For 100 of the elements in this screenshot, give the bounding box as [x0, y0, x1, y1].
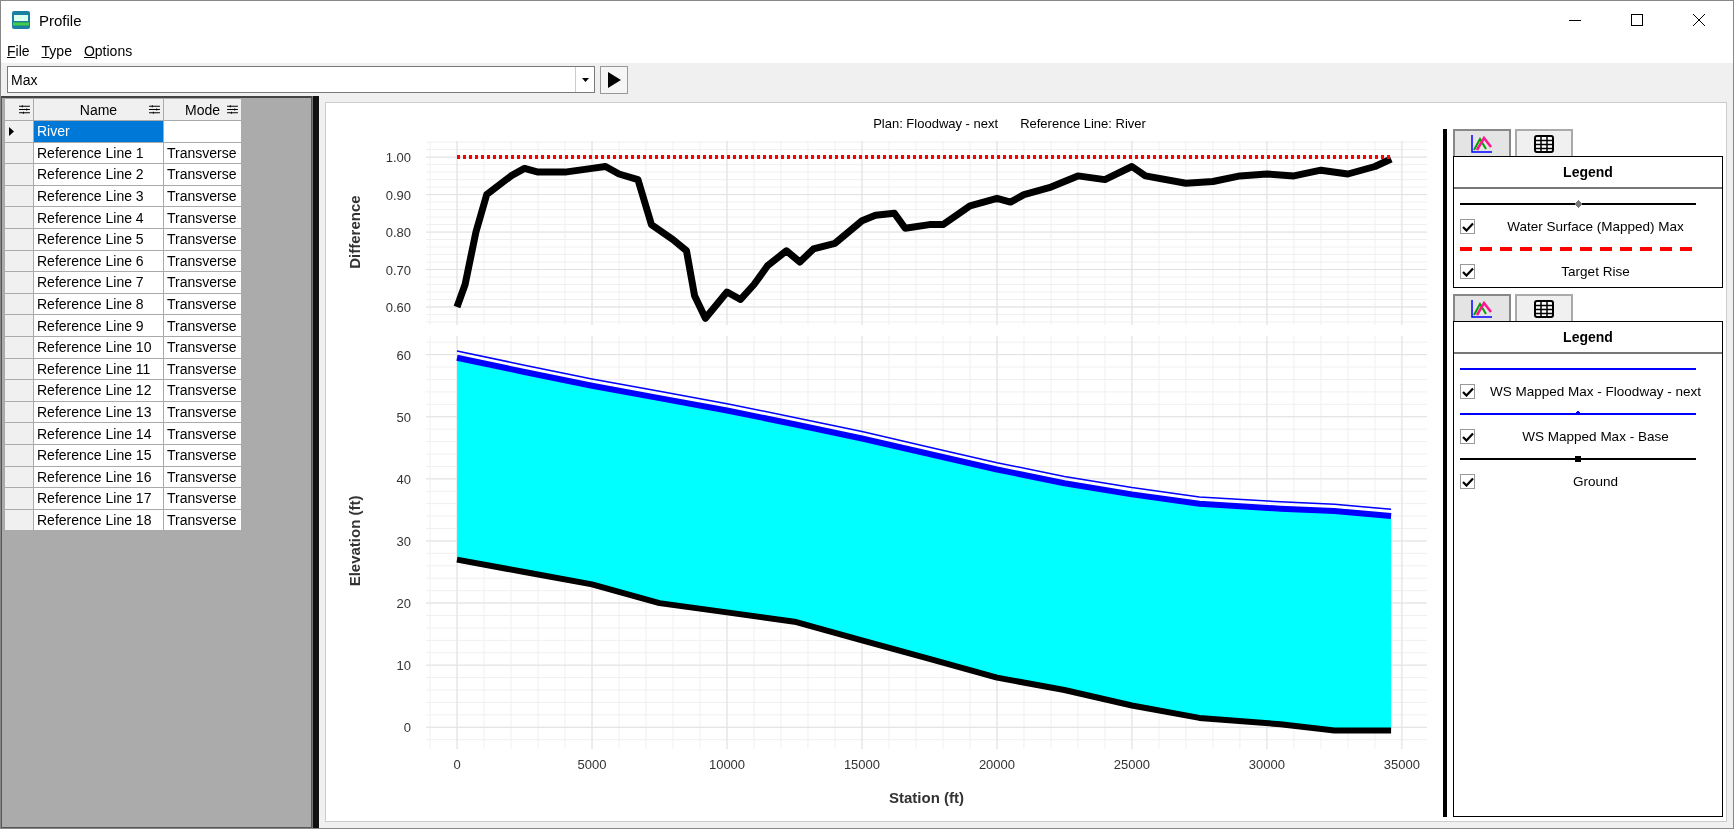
table-cell[interactable]: Reference Line 14 [34, 423, 164, 445]
table-cell[interactable]: Transverse [164, 466, 242, 489]
checkbox[interactable] [1460, 384, 1475, 399]
table-cell[interactable]: Transverse [164, 272, 242, 294]
axis-tick-label: 1.00 [385, 150, 411, 166]
legend-label: Target Rise [1560, 264, 1631, 279]
axis-tick-label: 60 [396, 347, 411, 363]
legend-heading: Legend [1454, 157, 1722, 189]
axis-tick-label: 0 [403, 720, 411, 736]
legend-label: Ground [1572, 474, 1619, 489]
menu-item[interactable]: Type [41, 43, 72, 59]
filter-icon [18, 103, 31, 116]
caret-icon [581, 77, 589, 82]
table-cell[interactable]: Transverse [164, 336, 242, 359]
axis-tick-label: 0.60 [385, 300, 411, 315]
axis-tick-label: 35000 [1383, 757, 1420, 772]
play-icon [607, 71, 621, 88]
legend-label: Water Surface (Mapped) Max [1506, 219, 1685, 234]
filter-icon [226, 103, 239, 116]
table-cell[interactable]: Transverse [164, 293, 242, 316]
table-cell[interactable]: Reference Line 7 [34, 272, 164, 294]
axis-tick-label: 25000 [1113, 757, 1150, 772]
splitter-bar[interactable] [312, 96, 319, 828]
table-cell[interactable]: Transverse [164, 380, 242, 402]
axis-tick-label: 0.90 [385, 187, 411, 203]
table-cell[interactable] [164, 121, 242, 143]
axis-title: Station (ft) [889, 789, 964, 806]
table-cell[interactable]: Reference Line 15 [34, 444, 164, 467]
view-tab[interactable] [1515, 294, 1573, 321]
table-cell[interactable]: River [34, 121, 164, 143]
table-cell[interactable]: Reference Line 8 [34, 293, 164, 316]
column-header[interactable] [5, 99, 34, 121]
table-icon [1534, 134, 1554, 153]
play-button[interactable] [600, 65, 628, 94]
table-cell[interactable]: Reference Line 5 [34, 228, 164, 251]
legend-heading: Legend [1454, 322, 1722, 354]
table-cell[interactable]: Transverse [164, 228, 242, 251]
axis-tick-label: 40 [396, 471, 411, 487]
axis-title: Difference [346, 195, 363, 269]
table-cell[interactable]: Transverse [164, 164, 242, 186]
axis-tick-label: 15000 [843, 757, 881, 772]
table-cell[interactable]: Reference Line 12 [34, 380, 164, 402]
current-row-icon [9, 126, 14, 136]
table-cell[interactable]: Transverse [164, 358, 242, 381]
row-header[interactable] [5, 121, 34, 143]
table-cell[interactable]: Transverse [164, 488, 242, 510]
table-cell[interactable]: Reference Line 2 [34, 164, 164, 186]
app-icon [11, 10, 31, 30]
table-cell[interactable]: Reference Line 6 [34, 250, 164, 273]
menu-item[interactable]: File [7, 43, 30, 59]
legend-label: WS Mapped Max - Floodway - next [1489, 384, 1702, 399]
chart-title: Plan: Floodway - next [873, 115, 999, 131]
table-cell[interactable]: Transverse [164, 207, 242, 229]
profile-dropdown[interactable]: Max [7, 66, 595, 93]
checkbox[interactable] [1460, 474, 1475, 489]
filter-icon [148, 103, 161, 116]
menu-item[interactable]: Options [83, 43, 133, 59]
table-cell[interactable]: Reference Line 13 [34, 401, 164, 424]
chart-icon [1471, 299, 1493, 318]
axis-tick-label: 0 [453, 757, 461, 772]
axis-tick-label: 50 [396, 409, 411, 425]
checkbox[interactable] [1460, 429, 1475, 444]
axis-tick-label: 10000 [708, 757, 746, 772]
legend-label: WS Mapped Max - Base [1521, 429, 1670, 444]
close-icon[interactable] [1693, 14, 1705, 26]
axis-tick-label: 30 [396, 533, 411, 549]
axis-tick-label: 0.70 [385, 262, 411, 278]
table-cell[interactable]: Transverse [164, 142, 242, 165]
table-cell[interactable]: Transverse [164, 185, 242, 208]
table-cell[interactable]: Reference Line 18 [34, 509, 164, 532]
axis-tick-label: 0.80 [385, 225, 411, 241]
table-cell[interactable]: Reference Line 4 [34, 207, 164, 229]
chart-icon [1471, 134, 1493, 153]
checkbox[interactable] [1460, 219, 1475, 234]
table-cell[interactable]: Reference Line 17 [34, 488, 164, 510]
axis-tick-label: 20000 [978, 757, 1016, 772]
table-cell[interactable]: Transverse [164, 315, 242, 337]
chart-title: Reference Line: River [1020, 115, 1146, 131]
table-cell[interactable]: Reference Line 10 [34, 336, 164, 359]
checkbox[interactable] [1460, 264, 1475, 279]
axis-title: Elevation (ft) [346, 495, 363, 587]
table-cell[interactable]: Transverse [164, 444, 242, 467]
axis-tick-label: 10 [396, 658, 411, 674]
axis-tick-label: 5000 [577, 757, 607, 772]
table-cell[interactable]: Reference Line 11 [34, 358, 164, 381]
table-cell[interactable]: Transverse [164, 250, 242, 273]
table-cell[interactable]: Transverse [164, 401, 242, 424]
table-cell[interactable]: Reference Line 16 [34, 466, 164, 489]
view-tab[interactable] [1515, 129, 1573, 156]
table-cell[interactable]: Transverse [164, 423, 242, 445]
table-icon [1534, 299, 1554, 318]
window-title: Profile [39, 11, 82, 29]
table-cell[interactable]: Transverse [164, 509, 242, 532]
column-header[interactable]: Name [34, 99, 164, 121]
table-cell[interactable]: Reference Line 3 [34, 185, 164, 208]
table-cell[interactable]: Reference Line 9 [34, 315, 164, 337]
column-header[interactable]: Mode [164, 99, 242, 121]
axis-tick-label: 20 [396, 596, 411, 612]
table-cell[interactable]: Reference Line 1 [34, 142, 164, 165]
maximize-icon[interactable] [1631, 14, 1643, 26]
